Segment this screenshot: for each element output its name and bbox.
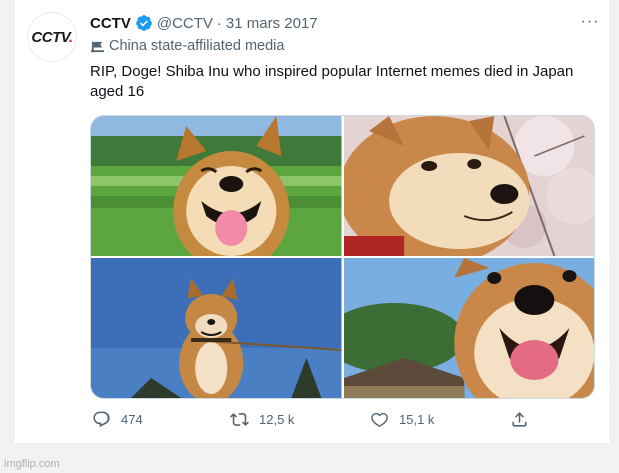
media-grid[interactable] xyxy=(90,115,595,399)
header-separator: · xyxy=(216,14,222,32)
retweet-action[interactable]: 12,5 k xyxy=(230,410,294,429)
like-count: 15,1 k xyxy=(399,412,435,427)
photo-shiba-blue-sky[interactable] xyxy=(91,258,342,398)
like-action[interactable]: 15,1 k xyxy=(370,410,434,429)
affiliation-label[interactable]: China state-affiliated media xyxy=(90,38,284,54)
heart-icon xyxy=(371,412,388,427)
screenshot-frame: CCTV. CCTV @CCTV · 31 mars 2017 ··· Chin… xyxy=(0,0,619,473)
action-bar: 474 12,5 k 15,1 k xyxy=(90,410,598,434)
reply-count: 474 xyxy=(121,412,143,427)
tweet-card[interactable]: CCTV. CCTV @CCTV · 31 mars 2017 ··· Chin… xyxy=(13,0,611,444)
shiba-blue-sky-image xyxy=(91,258,342,398)
account-name[interactable]: CCTV xyxy=(90,15,131,32)
tweet-text: RIP, Doge! Shiba Inu who inspired popula… xyxy=(90,63,574,100)
more-options-icon[interactable]: ··· xyxy=(578,10,602,34)
photo-shiba-smiling[interactable] xyxy=(91,116,342,256)
reply-icon xyxy=(93,411,110,428)
shiba-closeup-image xyxy=(343,258,594,398)
share-action[interactable] xyxy=(510,410,539,429)
photo-shiba-side-eye[interactable] xyxy=(343,116,594,256)
imgflip-watermark: imgflip.com xyxy=(4,458,60,470)
retweet-count: 12,5 k xyxy=(259,412,295,427)
share-icon xyxy=(512,412,527,427)
photo-shiba-closeup[interactable] xyxy=(343,258,594,398)
cctv-logo: CCTV. xyxy=(31,28,73,46)
tweet-date[interactable]: 31 mars 2017 xyxy=(226,15,318,32)
shiba-smiling-image xyxy=(91,116,342,256)
reply-action[interactable]: 474 xyxy=(92,410,143,429)
tweet-header: CCTV @CCTV · 31 mars 2017 xyxy=(90,14,318,32)
avatar[interactable]: CCTV. xyxy=(27,12,77,62)
shiba-side-eye-image xyxy=(343,116,594,256)
verified-badge-icon xyxy=(135,15,152,31)
retweet-icon xyxy=(230,413,249,426)
flag-icon xyxy=(90,41,105,52)
affiliation-text: China state-affiliated media xyxy=(109,38,285,54)
account-handle[interactable]: @CCTV xyxy=(157,15,213,32)
